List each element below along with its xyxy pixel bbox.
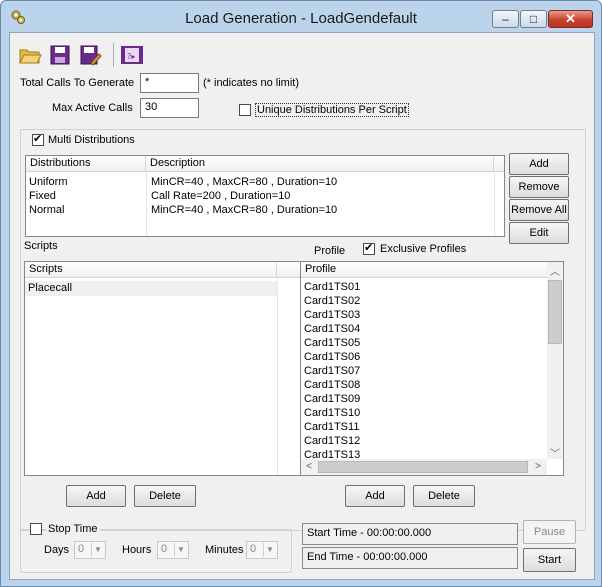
dist-name: Fixed xyxy=(29,190,56,202)
col-distributions[interactable]: Distributions xyxy=(26,156,146,172)
list-item[interactable]: Card1TS12 xyxy=(304,435,360,447)
col-filler xyxy=(494,156,504,172)
chevron-down-icon: ▼ xyxy=(174,543,187,557)
maximize-icon: □ xyxy=(529,12,538,26)
list-item[interactable]: Card1TS09 xyxy=(304,393,360,405)
total-calls-hint: (* indicates no limit) xyxy=(203,77,299,89)
title-bar[interactable]: Load Generation - LoadGendefault – □ ✕ xyxy=(1,1,601,33)
start-button[interactable]: Start xyxy=(523,548,576,572)
add-profile-button[interactable]: Add xyxy=(345,485,405,507)
minutes-select[interactable]: 0 ▼ xyxy=(246,541,278,559)
scroll-right-arrow-icon[interactable]: > xyxy=(530,461,546,472)
max-active-label: Max Active Calls xyxy=(52,102,133,114)
dist-name: Uniform xyxy=(29,176,68,188)
end-time-display: End Time - 00:00:00.000 xyxy=(302,547,518,569)
col-scripts[interactable]: Scripts xyxy=(25,262,277,278)
toolbar-separator xyxy=(113,43,114,67)
list-item[interactable]: Card1TS02 xyxy=(304,295,360,307)
edit-distribution-button[interactable]: Edit xyxy=(509,222,569,244)
vertical-scroll-thumb[interactable] xyxy=(548,280,562,344)
list-item[interactable]: Card1TS07 xyxy=(304,365,360,377)
exclusive-profiles-checkbox[interactable] xyxy=(363,241,375,255)
start-time-display: Start Time - 00:00:00.000 xyxy=(302,523,518,545)
col-filler xyxy=(277,262,301,278)
svg-text:?▸: ?▸ xyxy=(127,52,135,61)
save-icon[interactable] xyxy=(48,43,72,67)
col-description[interactable]: Description xyxy=(146,156,494,172)
distributions-list[interactable]: Distributions Description Uniform MinCR=… xyxy=(25,155,505,237)
minimize-button[interactable]: – xyxy=(492,10,519,28)
minutes-label: Minutes xyxy=(205,544,244,556)
scripts-list[interactable]: Scripts Placecall xyxy=(24,261,302,476)
max-active-input[interactable]: 30 xyxy=(140,98,199,118)
delete-profile-button[interactable]: Delete xyxy=(413,485,475,507)
list-item[interactable]: Card1TS06 xyxy=(304,351,360,363)
days-label: Days xyxy=(44,544,70,556)
remove-distribution-button[interactable]: Remove xyxy=(509,176,569,198)
table-row[interactable]: Fixed Call Rate=200 , Duration=10 xyxy=(26,190,504,204)
dist-description: MinCR=40 , MaxCR=80 , Duration=10 xyxy=(151,204,338,216)
save-as-icon[interactable] xyxy=(78,43,102,67)
list-item[interactable]: Card1TS13 xyxy=(304,449,360,459)
list-item[interactable]: Card1TS10 xyxy=(304,407,360,419)
horizontal-scroll-thumb[interactable] xyxy=(318,461,528,473)
days-select[interactable]: 0 ▼ xyxy=(74,541,106,559)
dist-description: Call Rate=200 , Duration=10 xyxy=(151,190,291,202)
days-value: 0 xyxy=(78,543,85,555)
scroll-left-arrow-icon[interactable]: < xyxy=(301,461,317,472)
profile-rows: Card1TS01 Card1TS02 Card1TS03 Card1TS04 … xyxy=(301,281,549,459)
dist-name: Normal xyxy=(29,204,65,216)
column-divider xyxy=(494,173,495,236)
open-folder-icon[interactable] xyxy=(18,43,42,67)
pause-button[interactable]: Pause xyxy=(523,520,576,544)
total-calls-input[interactable]: * xyxy=(140,73,199,93)
scripts-group-label: Scripts xyxy=(24,240,58,252)
stop-time-label: Stop Time xyxy=(46,523,100,535)
unique-dist-checkbox[interactable] xyxy=(239,104,251,116)
unique-dist-label[interactable]: Unique Distributions Per Script xyxy=(255,103,409,117)
hours-label: Hours xyxy=(122,544,152,556)
list-item[interactable]: Placecall xyxy=(25,281,277,296)
list-item[interactable]: Card1TS04 xyxy=(304,323,360,335)
minutes-value: 0 xyxy=(250,543,257,555)
main-window: Load Generation - LoadGendefault – □ ✕ ?… xyxy=(0,0,602,587)
table-row[interactable]: Uniform MinCR=40 , MaxCR=80 , Duration=1… xyxy=(26,176,504,190)
list-item[interactable]: Card1TS08 xyxy=(304,379,360,391)
hours-value: 0 xyxy=(161,543,168,555)
stop-time-checkbox[interactable] xyxy=(30,523,42,535)
add-script-button[interactable]: Add xyxy=(66,485,126,507)
scroll-up-arrow-icon[interactable]: ︿ xyxy=(547,263,563,278)
close-button[interactable]: ✕ xyxy=(548,10,593,28)
col-profile[interactable]: Profile xyxy=(301,262,549,278)
client-area: ?▸ Total Calls To Generate * (* indicate… xyxy=(9,32,595,580)
table-row[interactable]: Normal MinCR=40 , MaxCR=80 , Duration=10 xyxy=(26,204,504,218)
script-name: Placecall xyxy=(28,282,73,294)
list-item[interactable]: Card1TS05 xyxy=(304,337,360,349)
column-divider xyxy=(146,173,147,236)
chevron-down-icon: ▼ xyxy=(91,543,104,557)
list-item[interactable]: Card1TS11 xyxy=(304,421,359,433)
add-distribution-button[interactable]: Add xyxy=(509,153,569,175)
profiles-vertical-scrollbar[interactable]: ︿ ﹀ xyxy=(547,262,563,460)
column-divider xyxy=(277,279,278,475)
scroll-down-arrow-icon[interactable]: ﹀ xyxy=(547,445,563,460)
list-item[interactable]: Card1TS01 xyxy=(304,281,360,293)
profiles-horizontal-scrollbar[interactable]: < > xyxy=(301,459,547,475)
remove-all-distributions-button[interactable]: Remove All xyxy=(509,199,569,221)
profiles-list[interactable]: Profile Card1TS01 Card1TS02 Card1TS03 Ca… xyxy=(300,261,564,476)
multi-dist-checkbox[interactable] xyxy=(32,132,44,146)
total-calls-label: Total Calls To Generate xyxy=(20,77,135,89)
exclusive-profiles-label: Exclusive Profiles xyxy=(380,243,467,255)
list-item[interactable]: Card1TS03 xyxy=(304,309,360,321)
hours-select[interactable]: 0 ▼ xyxy=(157,541,189,559)
chevron-down-icon: ▼ xyxy=(263,543,276,557)
maximize-button[interactable]: □ xyxy=(520,10,547,28)
delete-script-button[interactable]: Delete xyxy=(134,485,196,507)
record-icon[interactable]: ?▸ xyxy=(120,43,144,67)
profile-group-label: Profile xyxy=(314,245,346,257)
close-icon: ✕ xyxy=(565,11,576,26)
minimize-icon: – xyxy=(502,12,509,26)
dist-description: MinCR=40 , MaxCR=80 , Duration=10 xyxy=(151,176,338,188)
multi-dist-label: Multi Distributions xyxy=(48,134,135,146)
